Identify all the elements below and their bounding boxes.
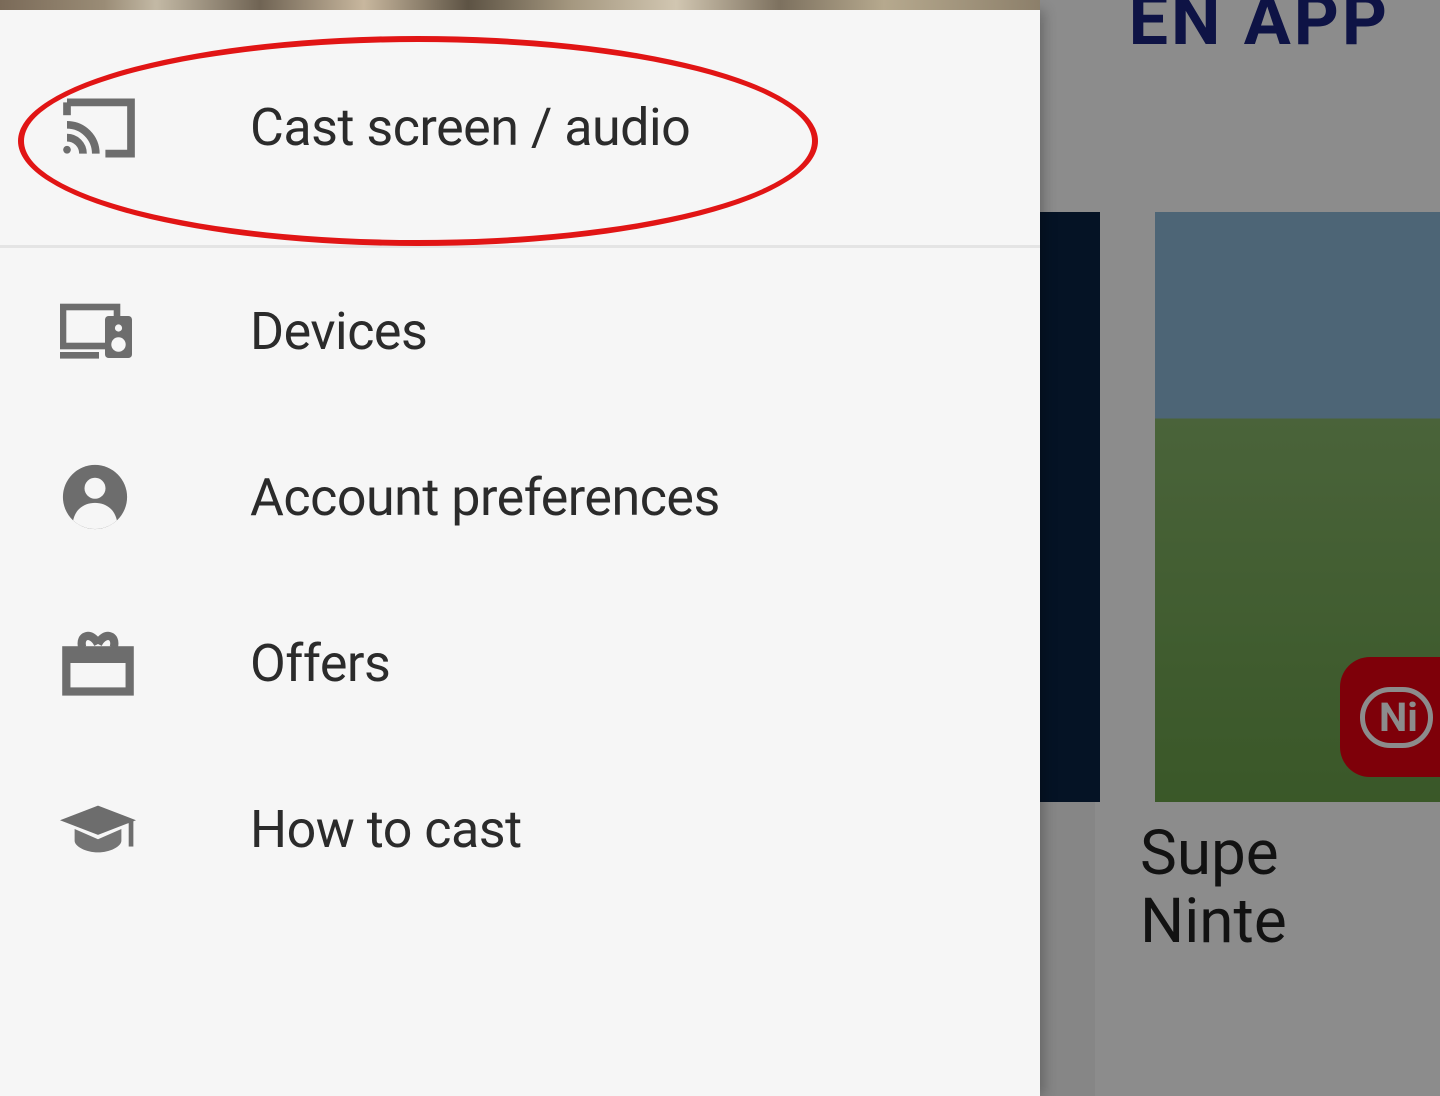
drawer-item-how-to-cast[interactable]: How to cast <box>0 746 1040 912</box>
drawer-item-devices[interactable]: Devices <box>0 248 1040 414</box>
drawer-top-accent <box>0 0 1040 10</box>
devices-icon <box>60 301 140 361</box>
drawer-cast-screen-audio[interactable]: Cast screen / audio <box>0 10 1040 248</box>
drawer-item-label: Account preferences <box>250 467 720 528</box>
drawer-item-account-preferences[interactable]: Account preferences <box>0 414 1040 580</box>
drawer-item-label: How to cast <box>250 799 522 860</box>
offers-icon <box>60 628 140 698</box>
drawer-cast-label: Cast screen / audio <box>250 97 690 158</box>
account-icon <box>60 462 140 532</box>
graduation-cap-icon <box>60 804 140 854</box>
navigation-drawer: Cast screen / audio Devices Account pref… <box>0 10 1040 1096</box>
drawer-item-label: Offers <box>250 633 390 694</box>
drawer-item-label: Devices <box>250 301 427 362</box>
drawer-item-offers[interactable]: Offers <box>0 580 1040 746</box>
cast-icon <box>60 96 140 160</box>
